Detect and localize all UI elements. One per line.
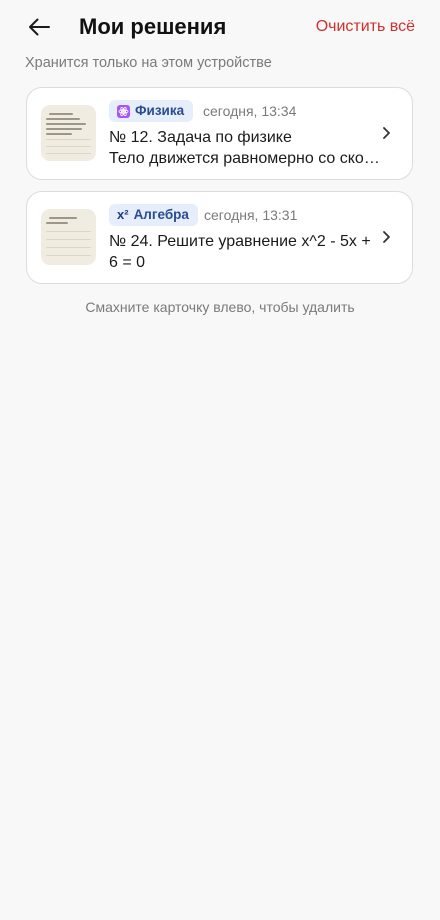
problem-title: № 12. Задача по физике bbox=[109, 129, 292, 146]
chevron-right-icon bbox=[376, 226, 396, 248]
solutions-list: Физика сегодня, 13:34 № 12. Задача по фи… bbox=[26, 87, 413, 295]
arrow-left-icon bbox=[29, 18, 50, 36]
solution-card[interactable]: Физика сегодня, 13:34 № 12. Задача по фи… bbox=[26, 87, 413, 180]
my-solutions-screen: Мои решения Очистить всё Хранится только… bbox=[0, 0, 440, 920]
swipe-hint: Смахните карточку влево, чтобы удалить bbox=[85, 299, 355, 315]
subject-label: Физика bbox=[135, 103, 185, 118]
subject-label: Алгебра bbox=[133, 207, 189, 222]
problem-title: № 24. Решите уравнение x^2 - 5x + 6 = 0 bbox=[109, 233, 371, 271]
problem-preview: Тело движется равномерно со скоро… bbox=[109, 150, 381, 167]
subject-badge: Физика bbox=[109, 100, 194, 122]
solution-time: сегодня, 13:31 bbox=[204, 207, 298, 223]
storage-note: Хранится только на этом устройстве bbox=[25, 55, 272, 71]
chevron-right-icon bbox=[376, 122, 396, 144]
problem-photo-thumbnail bbox=[41, 209, 96, 265]
app-bar: Мои решения Очистить всё bbox=[0, 0, 440, 52]
page-title: Мои решения bbox=[79, 14, 227, 39]
subject-badge: x² Алгебра bbox=[109, 204, 198, 226]
clear-all-button[interactable]: Очистить всё bbox=[316, 16, 415, 38]
problem-photo-thumbnail bbox=[41, 105, 96, 161]
solution-card[interactable]: x² Алгебра сегодня, 13:31 № 24. Решите у… bbox=[26, 191, 413, 284]
solution-time: сегодня, 13:34 bbox=[203, 103, 297, 119]
atom-icon bbox=[117, 104, 130, 118]
back-button[interactable] bbox=[22, 10, 56, 44]
math-x-squared-icon: x² bbox=[117, 207, 129, 222]
